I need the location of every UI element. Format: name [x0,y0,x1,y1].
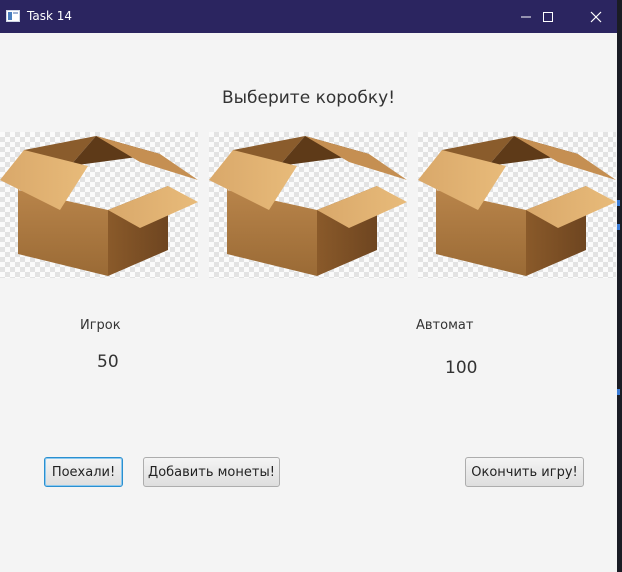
app-window: Task 14 Выберите коробку! Игрок 50 Автом… [0,0,617,572]
add-coins-button[interactable]: Добавить монеты! [143,457,280,487]
close-button[interactable] [573,0,619,33]
machine-score: 100 [445,358,478,378]
page-heading: Выберите коробку! [221,88,396,108]
go-button[interactable]: Поехали! [44,457,123,487]
app-icon [6,10,20,22]
box-1[interactable] [0,132,198,278]
edge-marker [617,224,620,230]
box-2[interactable] [209,132,407,278]
box-1-icon [0,136,198,276]
close-icon [590,11,602,22]
player-score: 50 [97,352,119,372]
end-game-button[interactable]: Окончить игру! [465,457,584,487]
machine-label: Автомат [416,318,474,333]
box-3-icon [418,136,616,276]
window-title: Task 14 [27,9,72,23]
player-label: Игрок [80,318,121,333]
title-bar[interactable]: Task 14 [0,0,617,33]
box-3[interactable] [418,132,616,278]
box-2-icon [209,136,407,276]
edge-marker [617,389,620,395]
maximize-icon [543,11,553,22]
maximize-button[interactable] [525,0,571,33]
edge-marker [617,200,620,206]
window-edge [617,0,622,572]
